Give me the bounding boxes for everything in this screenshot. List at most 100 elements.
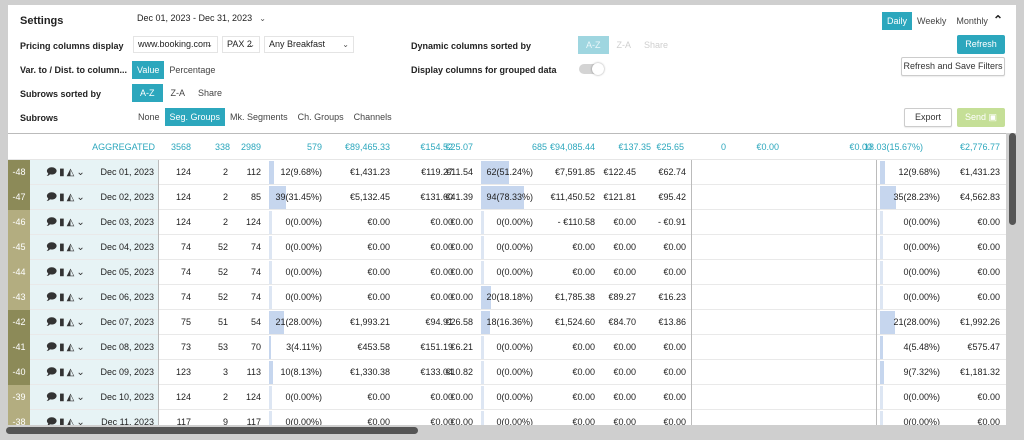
chart-icon[interactable]: ◭ <box>67 242 75 253</box>
chevron-down-icon[interactable]: ⌄ <box>76 292 84 303</box>
subrows-none[interactable]: None <box>133 108 165 126</box>
chart-icon[interactable]: ◭ <box>67 392 75 403</box>
subrows-ch-groups[interactable]: Ch. Groups <box>293 108 349 126</box>
chart-icon[interactable]: ◭ <box>67 167 75 178</box>
app-window: Settings Dec 01, 2023 - Dec 31, 2023 ⌄ Da… <box>0 0 1024 440</box>
date-range-select[interactable]: Dec 01, 2023 - Dec 31, 2023 ⌄ <box>133 11 270 28</box>
table-row[interactable]: -48 🗩 ▮ ◭ ⌄ Dec 01, 2023 124 2 112 12(9.68%) €1,43… <box>8 160 1006 185</box>
bookmark-icon[interactable]: ▮ <box>59 242 64 253</box>
bookmark-icon[interactable]: ▮ <box>59 267 64 278</box>
table-row[interactable]: -44 🗩 ▮ ◭ ⌄ Dec 05, 2023 74 52 74 0(0.00%) €0.00 €0… <box>8 260 1006 285</box>
var-dist-percentage[interactable]: Percentage <box>164 61 220 79</box>
dynamic-sort-za[interactable]: Z-A <box>609 36 640 54</box>
days-offset-badge: -39 <box>8 385 30 410</box>
bookmark-icon[interactable]: ▮ <box>59 217 64 228</box>
chevron-down-icon[interactable]: ⌄ <box>76 417 84 425</box>
table-row[interactable]: -40 🗩 ▮ ◭ ⌄ Dec 09, 2023 123 3 113 10(8.13%) €1,33… <box>8 360 1006 385</box>
display-grouped-switch[interactable] <box>579 63 604 75</box>
chevron-down-icon[interactable]: ⌄ <box>76 217 84 228</box>
vertical-scrollbar[interactable] <box>1009 133 1016 225</box>
cell-e: €0.00 <box>367 242 390 252</box>
var-dist-value[interactable]: Value <box>132 61 165 79</box>
row-action-icons: 🗩 ▮ ◭ ⌄ <box>46 360 87 385</box>
aggregated-value: 579 <box>306 142 322 152</box>
subrows-seg-groups[interactable]: Seg. Groups <box>164 108 226 126</box>
chart-icon[interactable]: ◭ <box>67 292 75 303</box>
table-row[interactable]: -38 🗩 ▮ ◭ ⌄ Dec 11, 2023 117 9 117 0(0.00%) €0.00 €… <box>8 410 1006 425</box>
cell-c: 70 <box>250 342 261 352</box>
subrows-sort-za[interactable]: Z-A <box>163 84 194 102</box>
chevron-down-icon[interactable]: ⌄ <box>76 267 84 278</box>
export-button[interactable]: Export <box>904 108 952 127</box>
cell-c: 54 <box>250 317 261 327</box>
pricing-source-select[interactable]: www.booking.com ⌄ <box>133 36 218 53</box>
chart-icon[interactable]: ◭ <box>67 192 75 203</box>
cell-g: €26.58 <box>445 317 473 327</box>
dynamic-sort-az[interactable]: A-Z <box>578 36 609 54</box>
send-button[interactable]: Send ▣ <box>957 108 1005 127</box>
chevron-down-icon[interactable]: ⌄ <box>76 342 84 353</box>
comment-icon[interactable]: 🗩 <box>46 392 57 403</box>
bookmark-icon[interactable]: ▮ <box>59 342 64 353</box>
bookmark-icon[interactable]: ▮ <box>59 192 64 203</box>
bookmark-icon[interactable]: ▮ <box>59 392 64 403</box>
pax-select[interactable]: PAX 2 ⌄ <box>222 36 260 53</box>
table-row[interactable]: -42 🗩 ▮ ◭ ⌄ Dec 07, 2023 75 51 54 21(28.00%) €1,99… <box>8 310 1006 335</box>
days-offset-badge: -42 <box>8 310 30 335</box>
bookmark-icon[interactable]: ▮ <box>59 417 64 425</box>
chevron-down-icon[interactable]: ⌄ <box>76 392 84 403</box>
refresh-button[interactable]: Refresh <box>957 35 1005 54</box>
subrows-sort-share[interactable]: Share <box>193 84 227 102</box>
chevron-down-icon[interactable]: ⌄ <box>76 317 84 328</box>
refresh-save-filters-button[interactable]: Refresh and Save Filters <box>901 57 1005 76</box>
bookmark-icon[interactable]: ▮ <box>59 317 64 328</box>
cell-h: 62(51.24%) <box>486 167 533 177</box>
comment-icon[interactable]: 🗩 <box>46 317 57 328</box>
granularity-daily[interactable]: Daily <box>882 12 913 30</box>
comment-icon[interactable]: 🗩 <box>46 367 57 378</box>
settings-panel: Settings Dec 01, 2023 - Dec 31, 2023 ⌄ Da… <box>8 5 1016 133</box>
table-row[interactable]: -45 🗩 ▮ ◭ ⌄ Dec 04, 2023 74 52 74 0(0.00%) €0.00 €0… <box>8 235 1006 260</box>
chart-icon[interactable]: ◭ <box>67 342 75 353</box>
chart-icon[interactable]: ◭ <box>67 317 75 328</box>
table-row[interactable]: -43 🗩 ▮ ◭ ⌄ Dec 06, 2023 74 52 74 0(0.00%) €0.00 €0… <box>8 285 1006 310</box>
chart-icon[interactable]: ◭ <box>67 367 75 378</box>
subrows-mk-segments[interactable]: Mk. Segments <box>225 108 293 126</box>
horizontal-scrollbar[interactable] <box>6 427 418 434</box>
cell-g: €41.39 <box>445 192 473 202</box>
bookmark-icon[interactable]: ▮ <box>59 367 64 378</box>
aggregated-value: 2989 <box>240 142 261 152</box>
meal-select[interactable]: Any Breakfast ⌄ <box>264 36 354 53</box>
chevron-down-icon[interactable]: ⌄ <box>76 367 84 378</box>
comment-icon[interactable]: 🗩 <box>46 292 57 303</box>
comment-icon[interactable]: 🗩 <box>46 417 57 425</box>
comment-icon[interactable]: 🗩 <box>46 167 57 178</box>
pricing-columns-label: Pricing columns display <box>20 41 124 51</box>
cell-d: 3(4.11%) <box>286 342 322 352</box>
table-row[interactable]: -46 🗩 ▮ ◭ ⌄ Dec 03, 2023 124 2 124 0(0.00%) €0.00 €… <box>8 210 1006 235</box>
chevron-down-icon[interactable]: ⌄ <box>76 167 84 178</box>
subrows-sort-az[interactable]: A-Z <box>132 84 163 102</box>
comment-icon[interactable]: 🗩 <box>46 242 57 253</box>
bookmark-icon[interactable]: ▮ <box>59 167 64 178</box>
chart-icon[interactable]: ◭ <box>67 217 75 228</box>
date-range-value: Dec 01, 2023 - Dec 31, 2023 <box>137 13 253 23</box>
chevron-down-icon[interactable]: ⌄ <box>76 192 84 203</box>
cell-h: 0(0.00%) <box>496 242 533 252</box>
comment-icon[interactable]: 🗩 <box>46 192 57 203</box>
granularity-weekly[interactable]: Weekly <box>912 12 951 30</box>
comment-icon[interactable]: 🗩 <box>46 342 57 353</box>
dynamic-sort-share[interactable]: Share <box>639 36 673 54</box>
chart-icon[interactable]: ◭ <box>67 267 75 278</box>
granularity-monthly[interactable]: Monthly <box>951 12 993 30</box>
table-row[interactable]: -39 🗩 ▮ ◭ ⌄ Dec 10, 2023 124 2 124 0(0.00%) €0.00 €… <box>8 385 1006 410</box>
chevron-down-icon[interactable]: ⌄ <box>76 242 84 253</box>
table-row[interactable]: -47 🗩 ▮ ◭ ⌄ Dec 02, 2023 124 2 85 39(31.45%) €5,13… <box>8 185 1006 210</box>
comment-icon[interactable]: 🗩 <box>46 217 57 228</box>
table-row[interactable]: -41 🗩 ▮ ◭ ⌄ Dec 08, 2023 73 53 70 3(4.11%) €453.58… <box>8 335 1006 360</box>
bookmark-icon[interactable]: ▮ <box>59 292 64 303</box>
collapse-chevron-up-icon[interactable]: ⌃ <box>993 12 1003 28</box>
comment-icon[interactable]: 🗩 <box>46 267 57 278</box>
subrows-channels[interactable]: Channels <box>349 108 397 126</box>
chart-icon[interactable]: ◭ <box>67 417 75 425</box>
